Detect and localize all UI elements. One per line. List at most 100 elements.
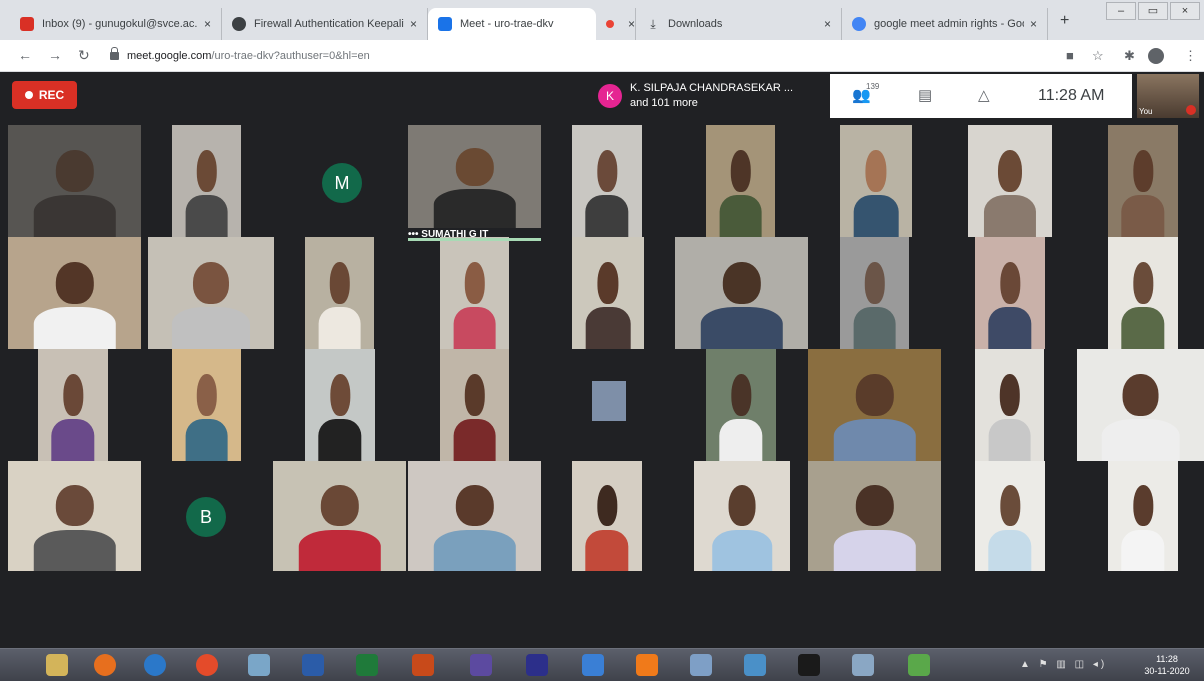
- participant-video-tile[interactable]: [305, 237, 374, 349]
- participant-video-tile[interactable]: [440, 237, 509, 349]
- participant-figure: [171, 261, 251, 349]
- participant-head: [855, 373, 894, 416]
- lock-icon: [110, 47, 119, 60]
- participant-video-tile[interactable]: [840, 125, 912, 237]
- taskbar-app-icon[interactable]: [46, 654, 68, 676]
- participant-video-tile[interactable]: [1108, 237, 1178, 349]
- tab-title: Inbox (9) - gunugokul@svce.ac.i: [42, 18, 198, 30]
- participant-head: [864, 261, 885, 304]
- participant-video-tile[interactable]: [273, 461, 406, 571]
- participant-video-tile[interactable]: [172, 349, 241, 461]
- participant-video-tile[interactable]: [1077, 349, 1204, 461]
- participant-video-tile[interactable]: [572, 237, 644, 349]
- maximize-button[interactable]: ▭: [1138, 2, 1168, 20]
- close-icon[interactable]: ×: [824, 17, 831, 31]
- participant-video-tile[interactable]: [706, 349, 776, 461]
- taskbar-app-icon[interactable]: [852, 654, 874, 676]
- participant-video-tile[interactable]: [706, 125, 775, 237]
- taskbar-app-icon[interactable]: [908, 654, 930, 676]
- taskbar-app-icon[interactable]: [798, 654, 820, 676]
- participant-video-tile[interactable]: [305, 349, 375, 461]
- taskbar-app-icon[interactable]: [690, 654, 712, 676]
- participant-body: [988, 419, 1031, 461]
- tab-meet[interactable]: Meet - uro-trae-dkv: [428, 8, 596, 40]
- taskbar-app-icon[interactable]: [470, 654, 492, 676]
- participant-video-tile[interactable]: [1108, 125, 1178, 237]
- taskbar-app-icon[interactable]: [636, 654, 658, 676]
- new-tab-button[interactable]: +: [1060, 12, 1069, 30]
- participant-video-tile[interactable]: [975, 349, 1044, 461]
- tab-google-search[interactable]: google meet admin rights - Goo ×: [842, 8, 1048, 40]
- back-arrow-icon[interactable]: ←: [18, 47, 32, 63]
- participant-video-tile[interactable]: [440, 349, 509, 461]
- tab-recording[interactable]: ×: [596, 8, 636, 40]
- extensions-icon[interactable]: ✱: [1124, 48, 1135, 64]
- participant-video-tile[interactable]: [592, 381, 626, 421]
- participant-video-tile[interactable]: [408, 461, 541, 571]
- taskbar-time: 11:28: [1156, 654, 1178, 664]
- forward-arrow-icon[interactable]: →: [48, 47, 62, 63]
- participant-figure: [33, 149, 116, 237]
- participant-video-tile[interactable]: [975, 237, 1045, 349]
- participant-video-tile[interactable]: [840, 237, 909, 349]
- taskbar-app-icon[interactable]: [94, 654, 116, 676]
- minimize-button[interactable]: –: [1106, 2, 1136, 20]
- participant-head: [196, 373, 217, 416]
- participant-figure: [853, 149, 899, 237]
- participant-video-tile[interactable]: [8, 461, 141, 571]
- record-dot-icon: [24, 91, 33, 99]
- close-icon[interactable]: ×: [410, 17, 417, 31]
- participant-video-tile[interactable]: [808, 349, 941, 461]
- self-view-tile[interactable]: You: [1137, 74, 1199, 118]
- browser-toolbar: ← → ↻ meet.google.com /uro-trae-dkv?auth…: [0, 40, 1204, 72]
- participant-video-tile[interactable]: [8, 125, 141, 237]
- participant-video-tile[interactable]: [172, 125, 241, 237]
- more-menu-icon[interactable]: ⋮: [1184, 48, 1197, 64]
- profile-icon[interactable]: [1148, 48, 1164, 64]
- taskbar-app-icon[interactable]: [412, 654, 434, 676]
- camera-icon[interactable]: ■: [1066, 48, 1074, 63]
- participant-video-tile[interactable]: [808, 461, 941, 571]
- self-label: You: [1139, 107, 1153, 116]
- participant-body: [1121, 307, 1165, 349]
- participant-video-tile[interactable]: [572, 461, 642, 571]
- participant-video-tile[interactable]: [975, 461, 1045, 571]
- activities-icon[interactable]: △: [978, 86, 990, 104]
- participant-video-tile[interactable]: [408, 125, 541, 228]
- participant-figure: [51, 373, 95, 461]
- taskbar-app-icon[interactable]: [196, 654, 218, 676]
- close-window-button[interactable]: ×: [1170, 2, 1200, 20]
- participant-video-tile[interactable]: [675, 237, 808, 349]
- taskbar-app-icon[interactable]: [144, 654, 166, 676]
- address-bar[interactable]: meet.google.com /uro-trae-dkv?authuser=0…: [110, 44, 1040, 68]
- participant-video-tile[interactable]: [148, 237, 274, 349]
- mic-off-icon: [1186, 105, 1196, 115]
- participant-figure: [433, 485, 516, 571]
- chat-icon[interactable]: ▤: [918, 86, 932, 104]
- participant-video-tile[interactable]: [38, 349, 108, 461]
- participant-video-tile[interactable]: [572, 125, 642, 237]
- taskbar-app-icon[interactable]: [302, 654, 324, 676]
- participant-video-tile[interactable]: [968, 125, 1052, 237]
- taskbar-app-icon[interactable]: [744, 654, 766, 676]
- tab-firewall[interactable]: Firewall Authentication Keepaliv ×: [222, 8, 428, 40]
- participant-head: [455, 485, 494, 527]
- close-icon[interactable]: ×: [628, 17, 635, 31]
- close-icon[interactable]: ×: [1030, 17, 1037, 31]
- reload-icon[interactable]: ↻: [78, 47, 90, 64]
- taskbar-app-icon[interactable]: [356, 654, 378, 676]
- participant-initial-avatar: B: [186, 497, 226, 537]
- taskbar-app-icon[interactable]: [526, 654, 548, 676]
- taskbar-app-icon[interactable]: [582, 654, 604, 676]
- tab-downloads[interactable]: ⤓ Downloads ×: [636, 8, 842, 40]
- participant-video-tile[interactable]: [8, 237, 141, 349]
- participant-head: [193, 261, 229, 304]
- star-icon[interactable]: ☆: [1092, 48, 1104, 64]
- participant-video-tile[interactable]: [1108, 461, 1178, 571]
- tab-gmail[interactable]: Inbox (9) - gunugokul@svce.ac.i ×: [10, 8, 222, 40]
- taskbar-clock[interactable]: 11:28 30-11-2020: [1136, 653, 1198, 677]
- participant-video-tile[interactable]: [694, 461, 790, 571]
- participant-figure: [453, 261, 496, 349]
- close-icon[interactable]: ×: [204, 17, 211, 31]
- taskbar-app-icon[interactable]: [248, 654, 270, 676]
